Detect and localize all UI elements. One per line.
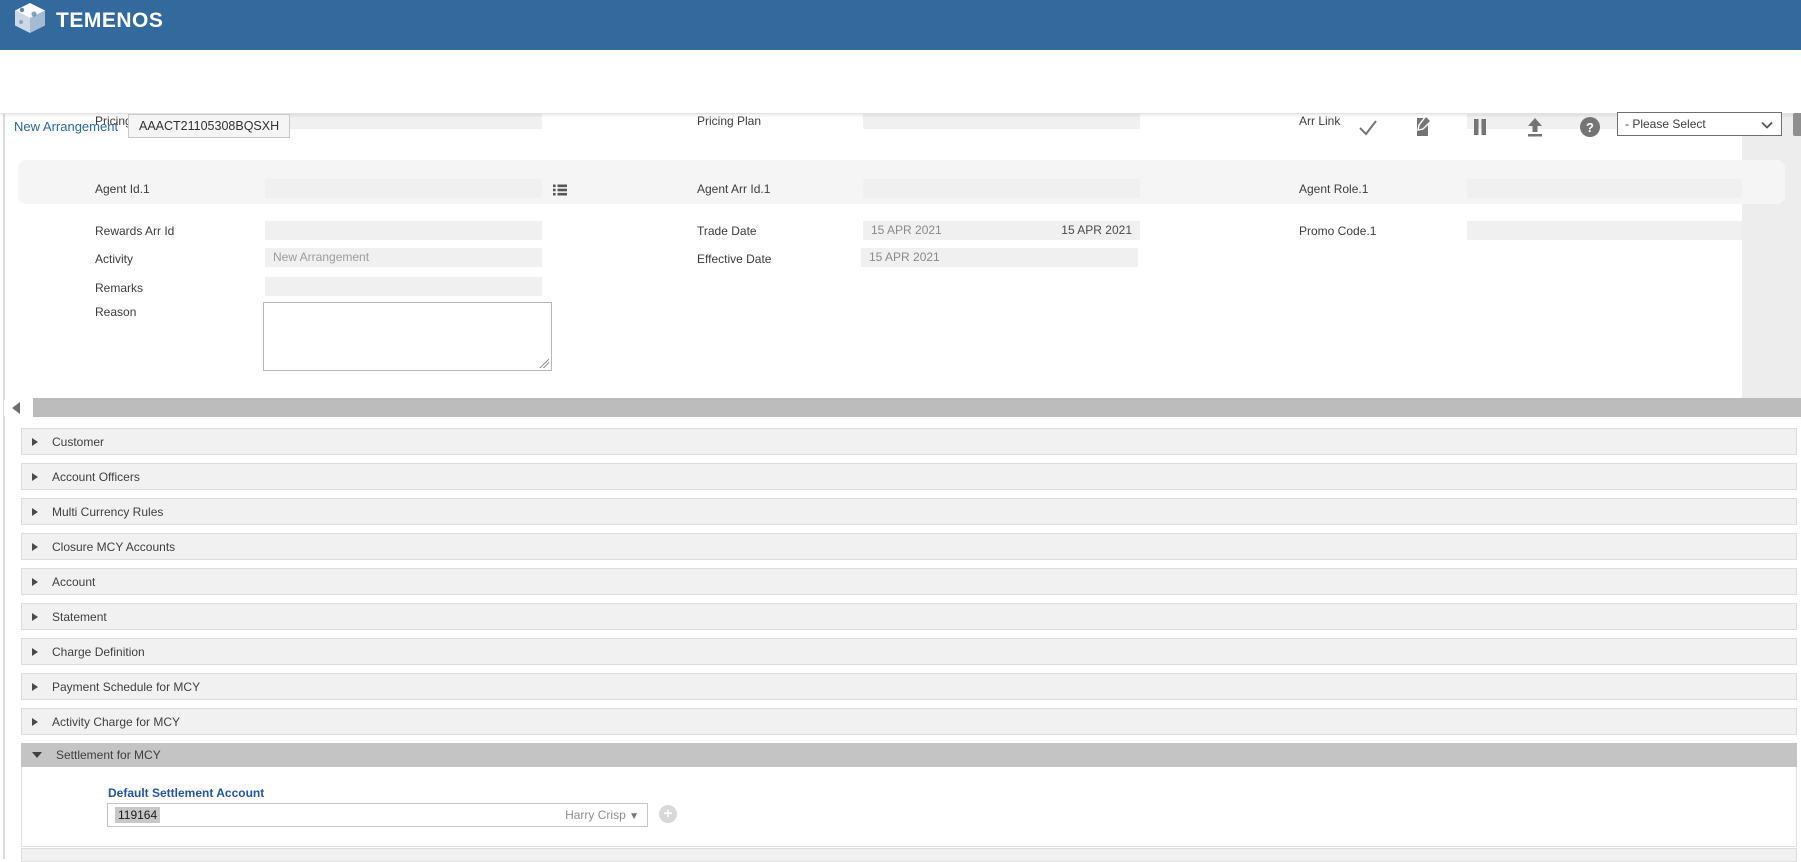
triangle-right-icon: [32, 508, 38, 516]
section-label: Closure MCY Accounts: [52, 540, 175, 554]
section-label: Account: [52, 575, 95, 589]
section-label: Charge Definition: [52, 645, 145, 659]
trade-date-input[interactable]: 15 APR 2021 15 APR 2021: [863, 221, 1140, 240]
list-lookup-icon[interactable]: [552, 182, 568, 198]
app-header: TEMENOS: [0, 0, 1801, 50]
section-label: Customer: [52, 435, 104, 449]
activity-label: Activity: [95, 252, 133, 266]
validate-document-icon[interactable]: [1411, 114, 1437, 140]
add-settlement-button[interactable]: +: [659, 805, 677, 823]
settlement-panel: Default Settlement Account 119164 Harry …: [21, 767, 1797, 847]
triangle-down-icon: [32, 752, 42, 758]
settlement-account-value: 119164: [115, 807, 160, 823]
chevron-down-icon: [1759, 117, 1775, 140]
agent-arr-id-label: Agent Arr Id.1: [697, 182, 770, 196]
agent-role-input[interactable]: [1467, 179, 1742, 198]
left-triangle-icon: [12, 402, 20, 414]
section-customer[interactable]: Customer: [21, 428, 1797, 455]
upload-icon[interactable]: [1522, 114, 1548, 140]
triangle-right-icon: [32, 438, 38, 446]
section-payment-schedule-for-mcy[interactable]: Payment Schedule for MCY: [21, 673, 1797, 700]
arr-link-label: Arr Link: [1299, 114, 1340, 128]
section-label: Statement: [52, 610, 107, 624]
temenos-cube-logo-icon: [12, 2, 48, 39]
section-closure-mcy-accounts[interactable]: Closure MCY Accounts: [21, 533, 1797, 560]
triangle-right-icon: [32, 718, 38, 726]
help-icon[interactable]: ?: [1577, 114, 1603, 140]
svg-text:?: ?: [1586, 120, 1594, 135]
rewards-arr-id-label: Rewards Arr Id: [95, 224, 174, 238]
section-statement[interactable]: Statement: [21, 603, 1797, 630]
agent-id-input[interactable]: [265, 179, 542, 198]
section-label: Multi Currency Rules: [52, 505, 163, 519]
agent-arr-id-input[interactable]: [863, 179, 1140, 198]
right-gutter: [1742, 113, 1801, 398]
settlement-account-input[interactable]: 119164 Harry Crisp ▼: [107, 803, 648, 827]
left-edge-rule: [3, 113, 5, 859]
action-select-value: - Please Select: [1625, 117, 1706, 131]
triangle-right-icon: [32, 543, 38, 551]
section-account-officers[interactable]: Account Officers: [21, 463, 1797, 490]
agent-id-label: Agent Id.1: [95, 182, 150, 196]
agent-role-label: Agent Role.1: [1299, 182, 1368, 196]
remarks-label: Remarks: [95, 281, 143, 295]
activity-input[interactable]: New Arrangement: [265, 248, 542, 267]
resize-grip-icon[interactable]: [538, 357, 549, 368]
section-settlement-for-mcy[interactable]: Settlement for MCY: [21, 743, 1797, 767]
action-select-dropdown[interactable]: - Please Select: [1617, 112, 1782, 136]
brand-name: TEMENOS: [56, 9, 163, 33]
toolbar: New Arrangement AAACT21105308BQSXH ? - P…: [0, 50, 1801, 114]
section-label: Activity Charge for MCY: [52, 715, 180, 729]
effective-date-input[interactable]: 15 APR 2021: [861, 248, 1138, 267]
clipped-edge-button[interactable]: [1793, 113, 1801, 136]
hscroll-left-arrow[interactable]: [4, 400, 30, 416]
triangle-right-icon: [32, 578, 38, 586]
pricing-plan-label: Pricing Plan: [697, 114, 761, 128]
default-settlement-account-link[interactable]: Default Settlement Account: [108, 786, 264, 800]
promo-code-label: Promo Code.1: [1299, 224, 1376, 238]
triangle-right-icon: [32, 613, 38, 621]
reason-textarea[interactable]: [263, 302, 552, 371]
promo-code-input[interactable]: [1467, 221, 1742, 240]
dropdown-arrow-icon: ▼: [629, 811, 639, 822]
breadcrumb-new-arrangement[interactable]: New Arrangement: [14, 119, 118, 134]
pause-icon[interactable]: [1467, 114, 1493, 140]
trade-date-label: Trade Date: [697, 224, 757, 238]
remarks-input[interactable]: [265, 277, 542, 296]
section-label: Settlement for MCY: [56, 748, 161, 762]
triangle-right-icon: [32, 473, 38, 481]
horizontal-scrollbar-thumb[interactable]: [33, 398, 1801, 417]
section-account[interactable]: Account: [21, 568, 1797, 595]
owner-name: Harry Crisp: [565, 808, 626, 822]
next-section-partial-row[interactable]: [21, 848, 1797, 862]
brand: TEMENOS: [12, 2, 163, 39]
section-activity-charge-for-mcy[interactable]: Activity Charge for MCY: [21, 708, 1797, 735]
trade-date-right-value: 15 APR 2021: [1061, 221, 1132, 240]
trade-date-value: 15 APR 2021: [871, 223, 942, 237]
triangle-right-icon: [32, 648, 38, 656]
arrangement-reference-badge: AAACT21105308BQSXH: [128, 114, 290, 138]
section-charge-definition[interactable]: Charge Definition: [21, 638, 1797, 665]
triangle-right-icon: [32, 683, 38, 691]
reason-label: Reason: [95, 305, 136, 319]
section-label: Account Officers: [52, 470, 140, 484]
effective-date-label: Effective Date: [697, 252, 771, 266]
owner-dropdown[interactable]: Harry Crisp ▼: [565, 808, 639, 822]
section-label: Payment Schedule for MCY: [52, 680, 200, 694]
commit-check-icon[interactable]: [1355, 114, 1381, 140]
section-multi-currency-rules[interactable]: Multi Currency Rules: [21, 498, 1797, 525]
rewards-arr-id-input[interactable]: [265, 221, 542, 240]
